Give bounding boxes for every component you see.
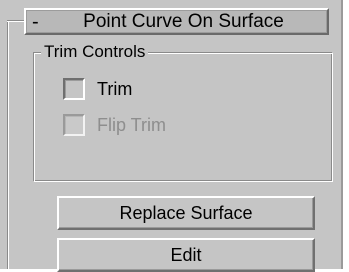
flip-trim-label[interactable]: Flip Trim [97,114,166,136]
edit-button[interactable]: Edit [57,238,315,272]
panel-right-edge [341,0,343,269]
trim-label[interactable]: Trim [97,78,132,100]
rollout-title-bar[interactable]: - Point Curve On Surface [24,8,329,35]
collapse-icon: - [32,11,39,33]
replace-surface-button[interactable]: Replace Surface [57,196,315,230]
trim-checkbox[interactable] [63,78,85,100]
rollout-border [7,21,9,269]
flip-trim-checkbox[interactable] [63,114,85,136]
command-panel: - Point Curve On Surface Trim Controls T… [0,0,343,272]
rollout-title: Point Curve On Surface [83,11,284,32]
trim-controls-label: Trim Controls [41,42,149,62]
